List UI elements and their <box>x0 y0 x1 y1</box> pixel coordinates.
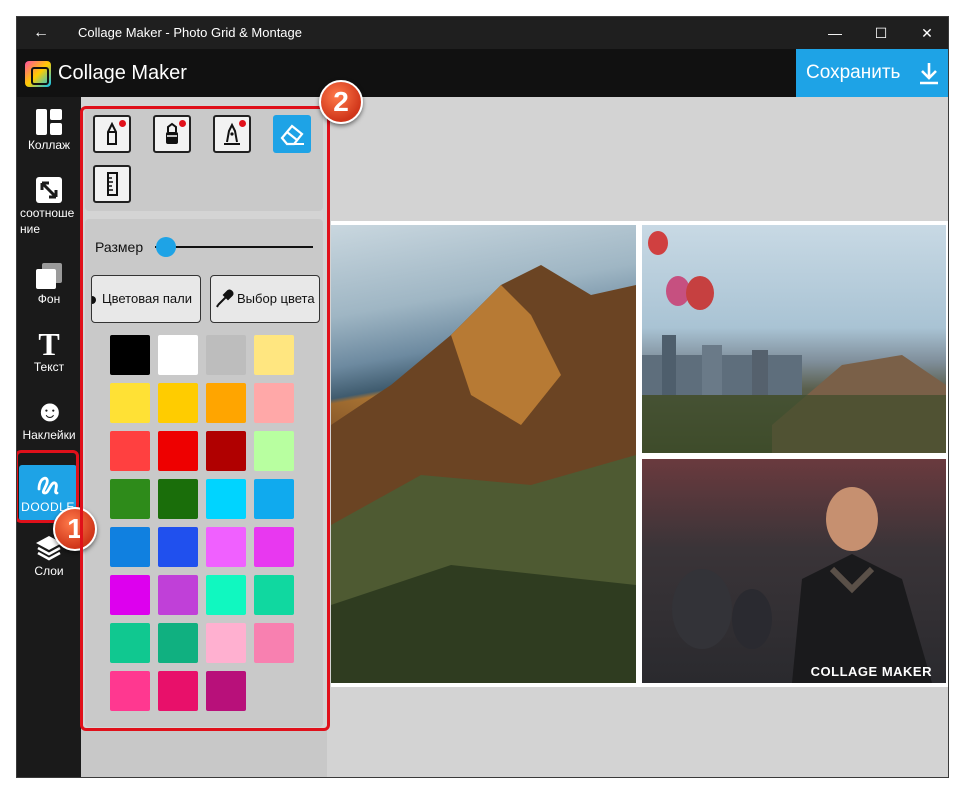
nav-label-aspect-ratio: соотношение <box>20 206 75 236</box>
collage-maker-watermark: COLLAGE MAKER <box>810 664 932 679</box>
app-window: ← Collage Maker - Photo Grid & Montage —… <box>16 16 949 778</box>
save-button[interactable]: Сохранить <box>796 49 948 97</box>
collage-icon <box>36 109 62 135</box>
title-bar: ← Collage Maker - Photo Grid & Montage —… <box>17 17 948 49</box>
nav-label-text: Текст <box>33 360 65 374</box>
maximize-button[interactable]: ☐ <box>858 17 904 49</box>
nav-label-collage: Коллаж <box>27 138 71 152</box>
app-logo-icon <box>25 61 51 87</box>
download-icon <box>920 63 938 85</box>
nav-label-layers: Слои <box>34 564 64 578</box>
nav-item-stickers[interactable]: ☻ Наклейки <box>17 397 81 453</box>
highlight-panel-box <box>80 106 330 731</box>
portrait-figure <box>672 487 932 683</box>
window-title: Collage Maker - Photo Grid & Montage <box>78 25 302 40</box>
portrait-photo[interactable]: COLLAGE MAKER <box>642 459 946 683</box>
nav-label-stickers: Наклейки <box>22 428 76 442</box>
nav-item-collage[interactable]: Коллаж <box>17 107 81 163</box>
close-button[interactable]: ✕ <box>904 17 948 49</box>
nav-item-text[interactable]: T Текст <box>17 326 81 385</box>
city-skyline <box>642 231 946 453</box>
text-icon: T <box>38 326 60 362</box>
city-photo[interactable] <box>642 225 946 453</box>
sticker-icon: ☻ <box>34 395 66 428</box>
nav-label-background: Фон <box>37 292 61 306</box>
step-badge-2: 2 <box>319 80 363 124</box>
back-arrow-icon[interactable]: ← <box>29 23 53 43</box>
minimize-button[interactable]: — <box>812 17 858 49</box>
nav-item-aspect-ratio[interactable]: соотношение <box>17 175 81 241</box>
collage-canvas: COLLAGE MAKER <box>331 221 948 687</box>
background-icon <box>36 263 62 289</box>
save-button-label: Сохранить <box>806 62 901 83</box>
left-nav: Коллаж соотношение Фон T Текст ☻ Наклейк… <box>17 97 81 777</box>
resize-icon <box>36 177 62 203</box>
mountain-photo[interactable] <box>331 225 636 683</box>
app-header: Collage Maker Сохранить <box>17 49 948 97</box>
nav-item-background[interactable]: Фон <box>17 261 81 317</box>
app-title: Collage Maker <box>58 62 187 84</box>
mountain-shape <box>331 265 636 683</box>
